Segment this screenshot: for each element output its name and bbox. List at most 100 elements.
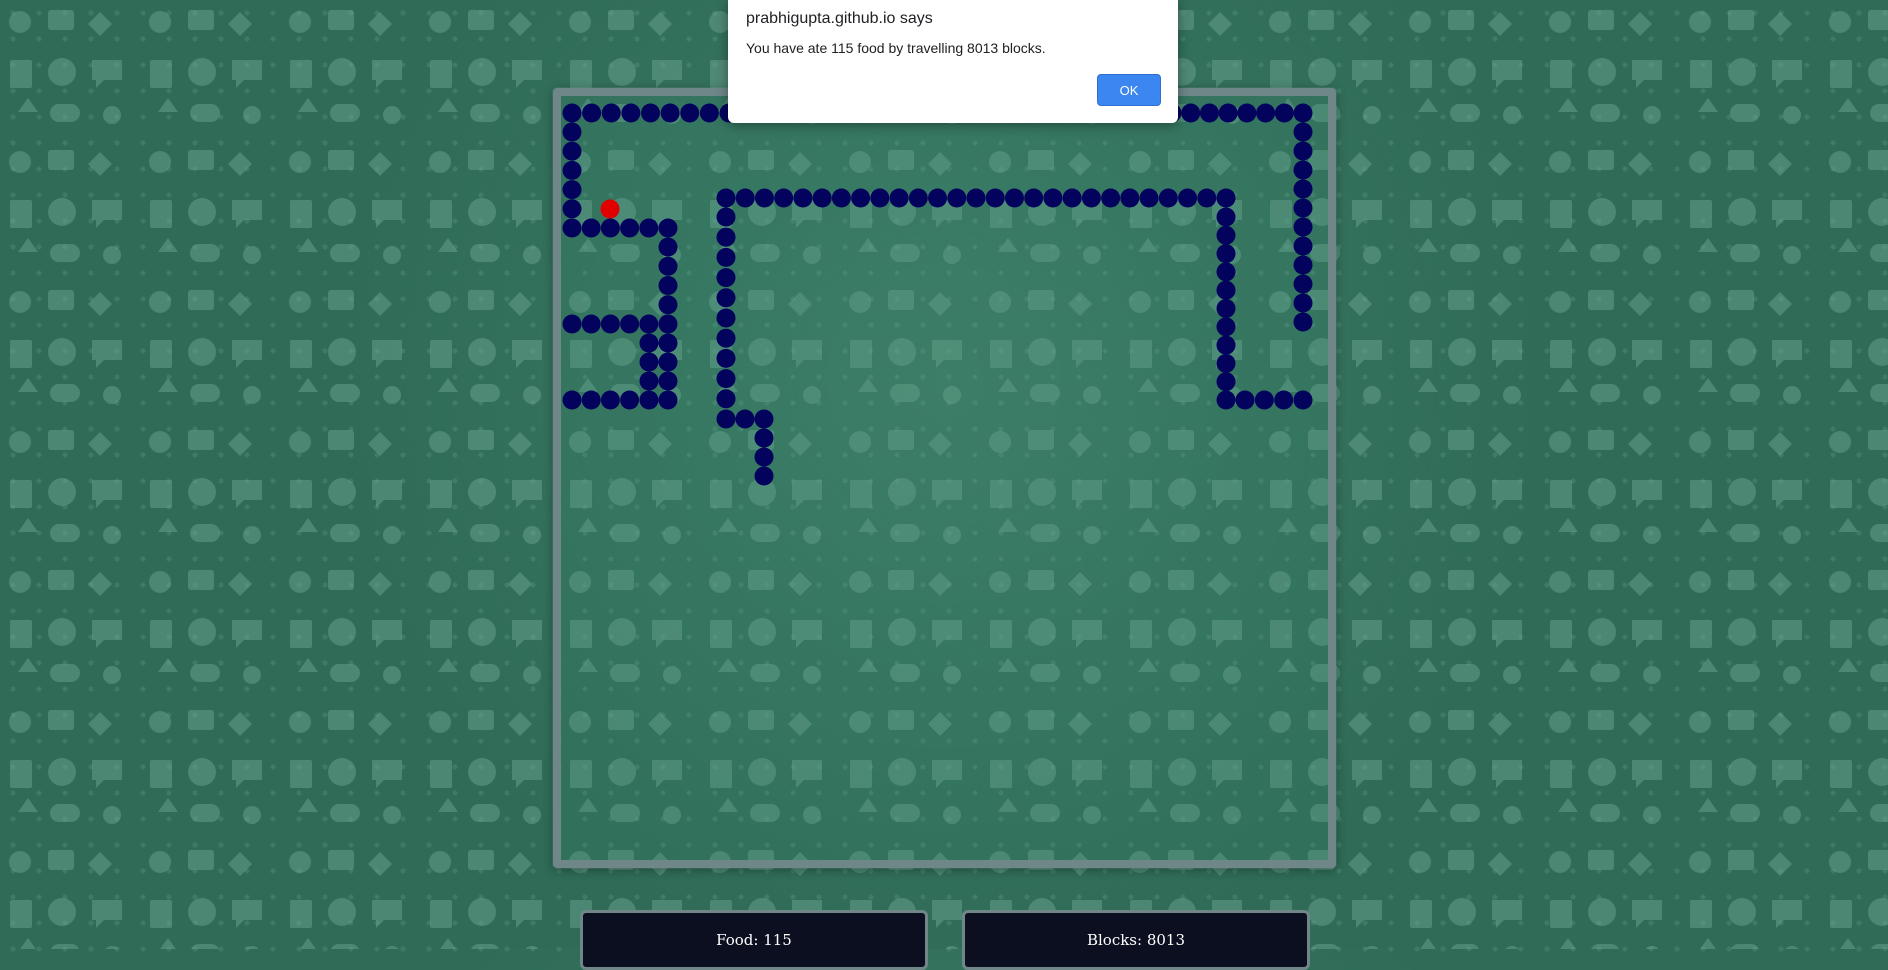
- snake-segment: [658, 352, 678, 372]
- snake-segment: [716, 308, 736, 328]
- snake-segment: [562, 141, 582, 161]
- snake-segment: [1216, 280, 1236, 300]
- snake-segment: [1081, 188, 1101, 208]
- snake-segment: [1293, 141, 1313, 161]
- snake-segment: [658, 314, 678, 334]
- alert-message: You have ate 115 food by travelling 8013…: [746, 40, 1046, 56]
- snake-segment: [562, 390, 582, 410]
- snake-segment: [947, 188, 967, 208]
- snake-segment: [1004, 188, 1024, 208]
- blocks-counter-label: Blocks: 8013: [1086, 931, 1186, 949]
- snake-segment: [562, 180, 582, 200]
- snake-segment: [1181, 103, 1201, 123]
- snake-segment: [793, 188, 813, 208]
- snake-segment: [851, 188, 871, 208]
- snake-segment: [680, 103, 700, 123]
- snake-segment: [1293, 160, 1313, 180]
- food-counter-label: Food: 115: [716, 931, 792, 949]
- snake-segment: [1216, 207, 1236, 227]
- snake-segment: [1216, 335, 1236, 355]
- snake-segment: [716, 188, 736, 208]
- snake-segment: [562, 160, 582, 180]
- snake-segment: [639, 390, 659, 410]
- snake-segment: [1293, 274, 1313, 294]
- snake-segment: [658, 256, 678, 276]
- snake-segment: [1197, 188, 1217, 208]
- snake-segment: [812, 188, 832, 208]
- snake-segment: [562, 314, 582, 334]
- snake-segment: [1216, 353, 1236, 373]
- snake-segment: [658, 237, 678, 257]
- snake-segment: [1293, 103, 1313, 123]
- snake-segment: [735, 188, 755, 208]
- alert-dialog: prabhigupta.github.io says You have ate …: [728, 0, 1178, 123]
- snake-segment: [581, 314, 601, 334]
- snake-segment: [1139, 188, 1159, 208]
- snake-segment: [1178, 188, 1198, 208]
- snake-segment: [1293, 198, 1313, 218]
- snake-segment: [582, 103, 602, 123]
- snake-segment: [754, 428, 774, 448]
- snake-segment: [1024, 188, 1044, 208]
- snake-segment: [716, 207, 736, 227]
- ok-button[interactable]: OK: [1097, 74, 1161, 106]
- snake-segment: [1216, 299, 1236, 318]
- snake-segment: [1293, 179, 1313, 199]
- snake-segment: [1043, 188, 1063, 208]
- alert-title: prabhigupta.github.io says: [746, 10, 933, 27]
- snake-segment: [831, 188, 851, 208]
- snake-segment: [621, 103, 641, 123]
- snake-segment: [870, 188, 890, 208]
- snake-segment: [716, 268, 736, 288]
- blocks-counter: Blocks: 8013: [962, 910, 1310, 970]
- snake-segment: [658, 276, 678, 295]
- snake-segment: [639, 333, 659, 353]
- snake-segment: [600, 218, 620, 238]
- snake-segment: [1216, 262, 1236, 282]
- snake-segment: [562, 218, 582, 238]
- snake-segment: [658, 390, 678, 410]
- snake-segment: [928, 188, 948, 208]
- snake-segment: [1237, 103, 1257, 123]
- game-canvas: [562, 103, 1313, 486]
- snake-segment: [754, 466, 774, 486]
- snake-segment: [716, 369, 736, 389]
- snake-segment: [620, 218, 640, 238]
- snake-segment: [658, 333, 678, 353]
- snake-segment: [1101, 188, 1121, 208]
- snake-segment: [1216, 244, 1236, 264]
- snake-segment: [754, 409, 774, 429]
- snake-segment: [1216, 188, 1236, 208]
- snake-segment: [1235, 390, 1255, 410]
- snake-segment: [1216, 372, 1236, 392]
- snake-segment: [562, 199, 582, 219]
- snake-segment: [639, 352, 659, 372]
- game-board[interactable]: [553, 88, 1336, 868]
- snake-segment: [1216, 317, 1236, 337]
- snake-segment: [601, 103, 621, 123]
- snake-segment: [641, 103, 660, 123]
- snake-segment: [1274, 390, 1294, 410]
- snake-segment: [639, 371, 659, 391]
- snake-segment: [660, 103, 680, 123]
- snake-segment: [889, 188, 909, 208]
- snake-segment: [1256, 103, 1276, 123]
- snake-segment: [699, 103, 719, 123]
- snake-segment: [1293, 293, 1313, 313]
- snake-segment: [735, 409, 755, 429]
- snake-segment: [716, 389, 736, 409]
- snake-segment: [658, 371, 678, 391]
- snake-segment: [754, 447, 774, 467]
- food-pellet: [600, 199, 620, 219]
- snake-segment: [581, 218, 601, 238]
- snake-segment: [1158, 188, 1178, 208]
- snake-segment: [716, 227, 736, 247]
- snake-segment: [639, 218, 659, 238]
- snake-segment: [1218, 103, 1238, 123]
- snake-segment: [1199, 103, 1219, 123]
- snake-segment: [1062, 188, 1082, 208]
- snake-segment: [581, 390, 601, 410]
- snake-segment: [1293, 390, 1313, 410]
- snake-segment: [562, 103, 582, 123]
- snake-segment: [1293, 236, 1313, 256]
